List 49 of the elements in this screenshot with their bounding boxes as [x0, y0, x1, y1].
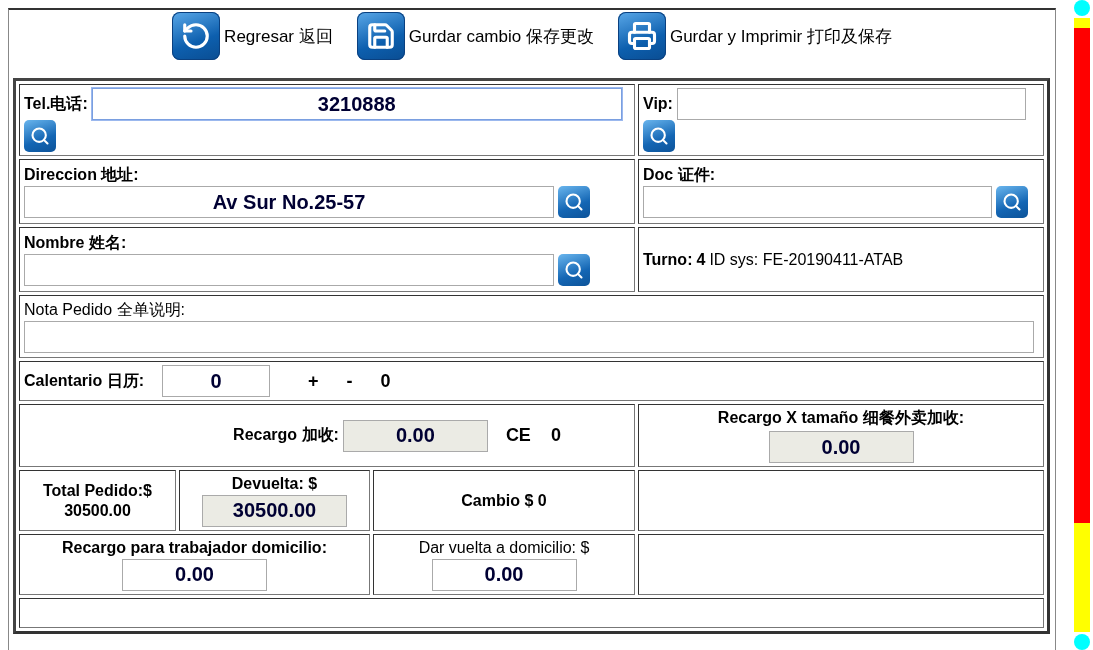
search-icon — [30, 126, 50, 146]
field-label: Vip: — [643, 95, 673, 113]
field-label: Doc 证件: — [643, 166, 715, 183]
toolbar-button[interactable]: Gurdar cambio 保存更改 — [356, 12, 594, 60]
search-button[interactable] — [643, 120, 675, 152]
input-field[interactable]: 0 — [162, 365, 270, 397]
toolbar-button[interactable]: Regresar 返回 — [172, 12, 333, 60]
input-field[interactable]: 0.00 — [342, 419, 488, 452]
input-field[interactable]: 0.00 — [431, 558, 577, 591]
search-button[interactable] — [558, 186, 590, 218]
field-label: Nombre 姓名: — [24, 234, 127, 251]
search-button[interactable] — [996, 186, 1028, 218]
total-amount: 30500.00 — [64, 501, 131, 520]
search-button[interactable] — [24, 120, 56, 152]
field-label: Total Pedido:$ — [42, 481, 152, 500]
ce-label: CE — [505, 425, 531, 446]
search-icon — [1002, 192, 1022, 212]
input-field[interactable] — [24, 321, 1034, 353]
input-field[interactable]: Av Sur No.25-57 — [24, 186, 554, 218]
search-icon — [649, 126, 669, 146]
printer-icon — [617, 12, 666, 60]
field-label: Devuelta: $ — [231, 474, 318, 493]
field-label: Recargo X tamaño 细餐外卖加收: — [717, 408, 965, 428]
input-field[interactable]: 3210888 — [91, 88, 622, 120]
search-icon — [564, 192, 584, 212]
input-field[interactable] — [676, 88, 1026, 120]
ce-value: 0 — [550, 425, 561, 446]
field-label: Recargo para trabajador domicilio: — [62, 538, 327, 557]
input-field[interactable]: 0.00 — [122, 558, 267, 591]
field-label: Recargo 加收: — [233, 425, 339, 445]
search-button[interactable] — [558, 254, 590, 286]
field-label: Turno: — [643, 250, 693, 269]
input-field[interactable] — [24, 254, 554, 286]
toolbar-button[interactable]: Gurdar y Imprimir 打印及保存 — [617, 12, 892, 60]
minus-button[interactable]: - — [346, 370, 353, 392]
plus-button[interactable]: + — [308, 370, 319, 392]
search-icon — [564, 260, 584, 280]
field-label: Direccion 地址: — [24, 166, 139, 183]
change-amount: Cambio $ 0 — [461, 491, 547, 509]
field-label: Nota Pedido 全单说明: — [24, 301, 185, 318]
day-count: 0 — [380, 370, 391, 392]
field-label: Calentario 日历: — [24, 370, 144, 391]
input-field[interactable]: 30500.00 — [202, 494, 347, 527]
field-label: Tel.电话: — [24, 93, 88, 114]
system-id: ID sys: FE-20190411-ATAB — [709, 250, 904, 269]
input-field[interactable] — [643, 186, 992, 218]
field-label: Dar vuelta a domicilio: $ — [418, 538, 590, 557]
turn-number: 4 — [696, 250, 706, 269]
input-field[interactable]: 0.00 — [768, 431, 914, 463]
